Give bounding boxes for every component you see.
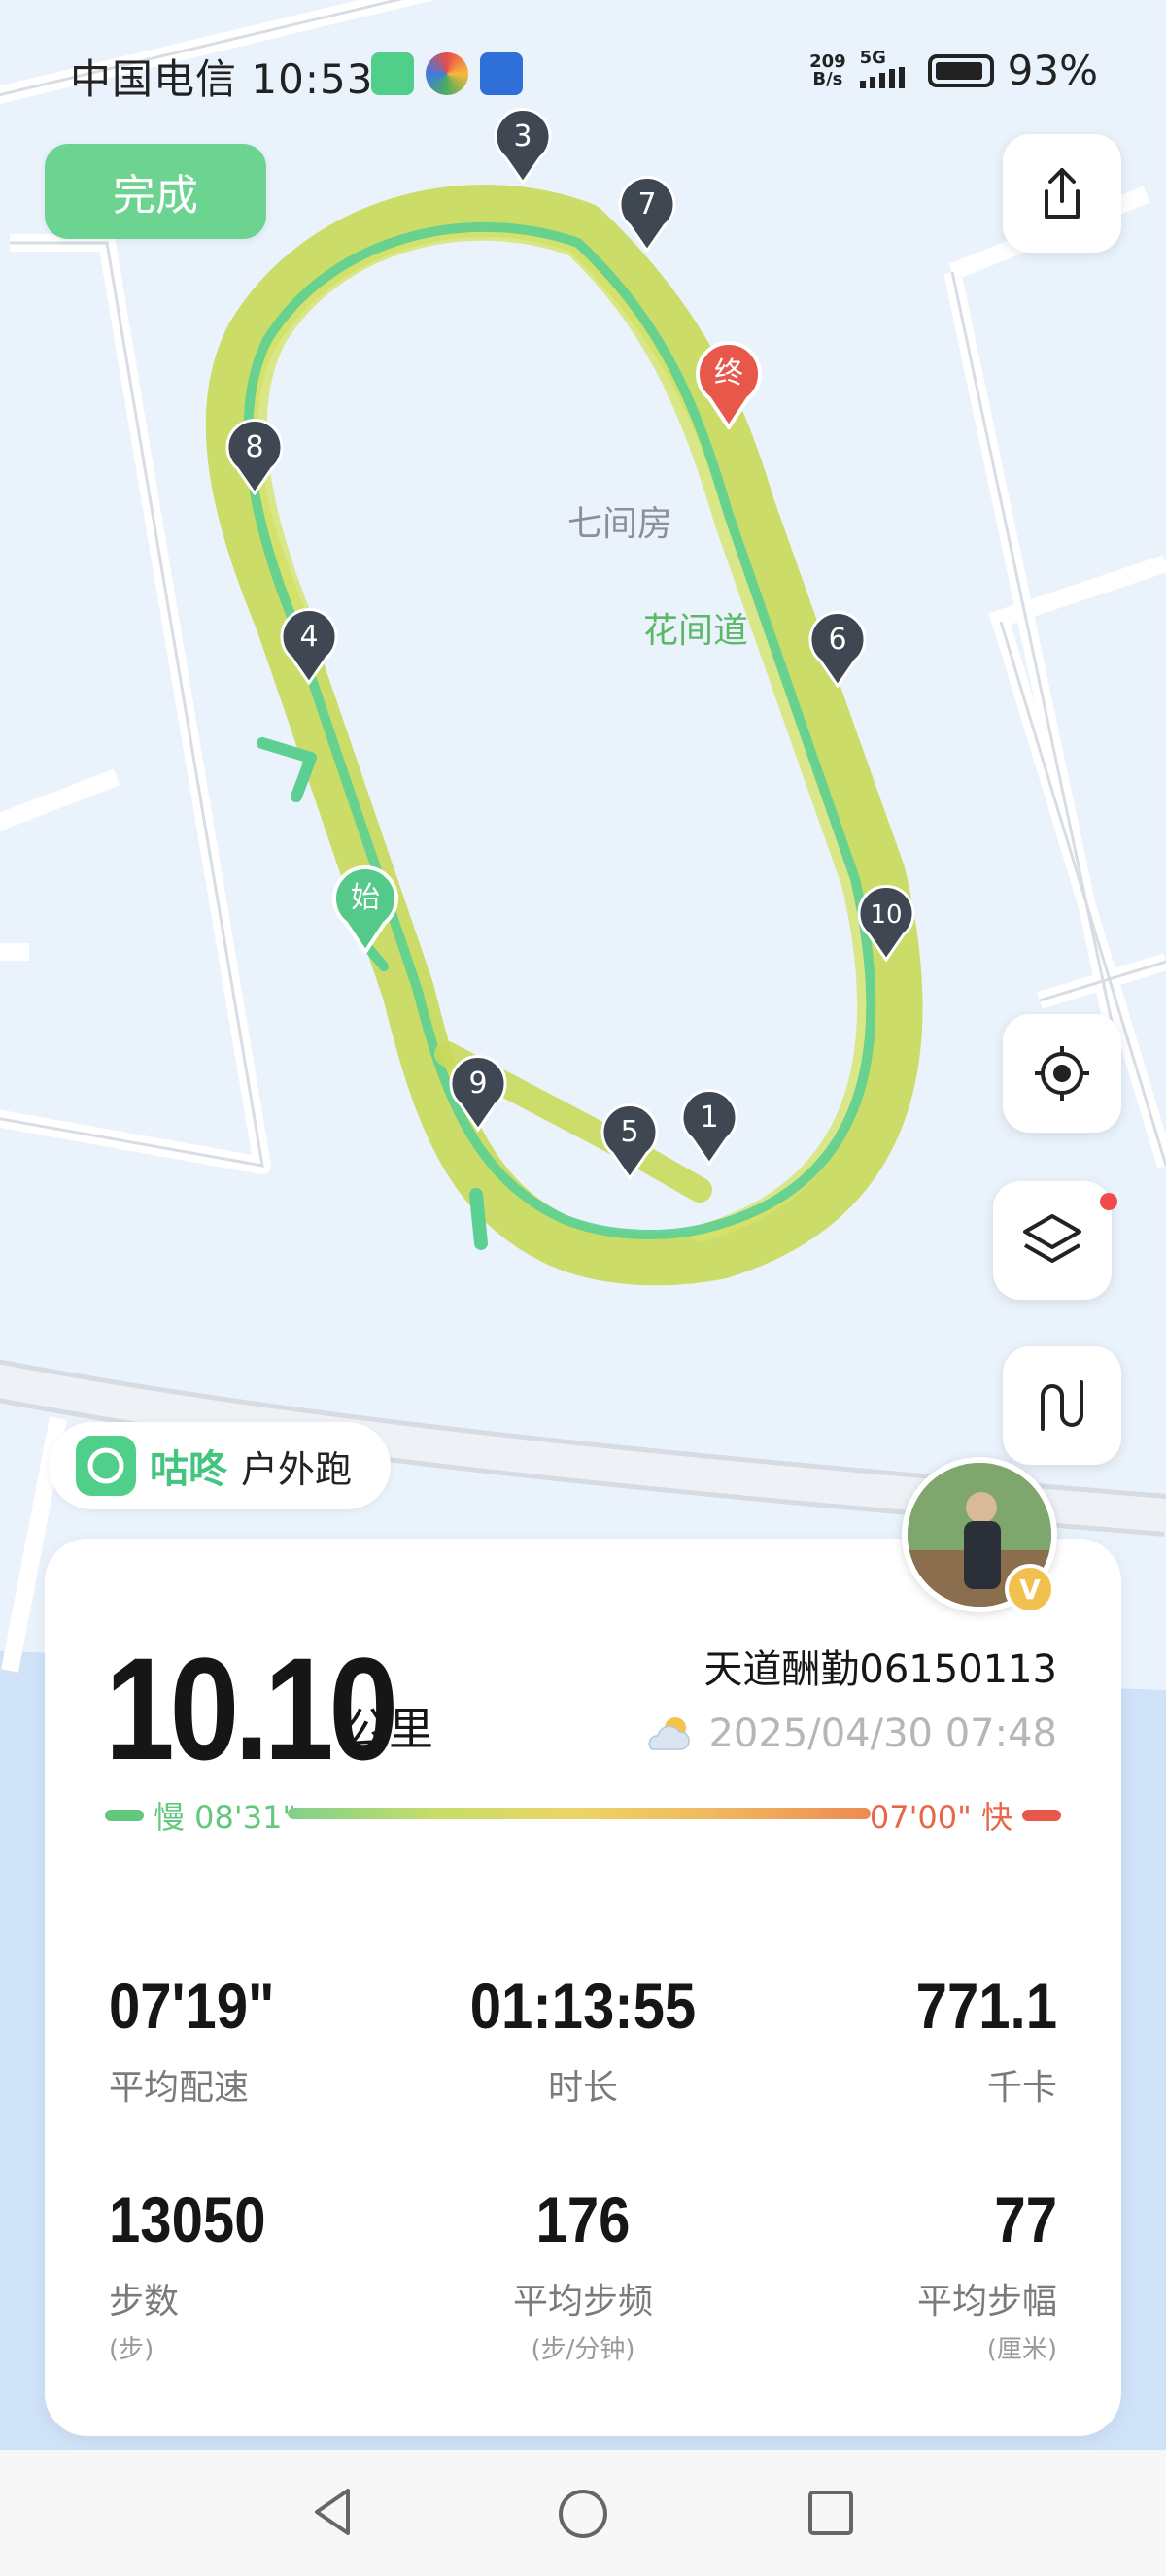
stat-label: 千卡 xyxy=(986,2068,1057,2108)
brand-name: 咕咚 xyxy=(150,1447,227,1492)
pace-gradient-bar: 慢 08'31" 07'00" 快 xyxy=(105,1793,1061,1836)
net-speed-unit: B/s xyxy=(812,68,843,89)
fast-pill xyxy=(1022,1810,1061,1821)
pace-fast-label: 07'00" 快 xyxy=(870,1793,1061,1838)
km-marker-label: 1 xyxy=(700,1101,718,1135)
stat-unit: (厘米) xyxy=(986,2335,1057,2364)
stat-value: 77 xyxy=(994,2184,1057,2255)
status-bar: 中国电信 10:53 209 B/s 5G 93% xyxy=(0,0,1166,146)
codoon-logo-icon xyxy=(76,1436,136,1496)
recents-nav-icon[interactable] xyxy=(806,2489,855,2537)
share-icon xyxy=(1045,168,1080,219)
battery-percent: 93% xyxy=(1007,47,1098,94)
km-marker-8: 8 xyxy=(225,419,284,495)
km-marker-1: 1 xyxy=(680,1089,738,1166)
signal-indicator: 5G xyxy=(859,47,914,92)
stat-label: 平均配速 xyxy=(109,2068,250,2108)
layers-icon xyxy=(1023,1214,1081,1263)
stat-value: 176 xyxy=(535,2184,631,2255)
km-marker-label: 9 xyxy=(468,1067,487,1101)
map-label-area: 七间房 xyxy=(567,504,673,544)
locate-button[interactable] xyxy=(1003,1014,1121,1133)
run-mode: 户外跑 xyxy=(241,1447,353,1491)
blue-app-icon xyxy=(480,52,523,95)
km-marker-label: 6 xyxy=(828,623,846,657)
map-label-park: 花间道 xyxy=(643,602,748,653)
km-marker-9: 9 xyxy=(449,1055,507,1132)
status-right: 209 B/s 5G 93% xyxy=(809,47,1098,94)
map-layers-button[interactable] xyxy=(993,1181,1112,1300)
battery-icon xyxy=(927,53,994,87)
km-marker-10: 10 xyxy=(857,885,915,962)
battery-fill xyxy=(935,61,983,80)
home-nav-icon[interactable] xyxy=(556,2487,610,2541)
net-type: 5G xyxy=(859,47,886,68)
net-speed: 209 B/s xyxy=(809,51,846,89)
stat-duration: 01:13:55 时长 xyxy=(423,1974,743,2110)
stat-avg-pace: 07'19" 平均配速 xyxy=(109,1974,429,2110)
net-speed-value: 209 xyxy=(809,51,846,72)
summary-card: 10.10 公里 天道酬勤06150113 2025/04/30 07:48 慢… xyxy=(45,1539,1121,2436)
slow-pill xyxy=(105,1810,144,1821)
pace-slow-text: 慢 08'31" xyxy=(154,1799,297,1836)
route-replay-button[interactable] xyxy=(1003,1346,1121,1465)
start-pin: 始 xyxy=(332,865,398,954)
km-marker-6: 6 xyxy=(808,611,867,688)
datetime-text: 2025/04/30 07:48 xyxy=(708,1712,1057,1756)
km-marker-label: 10 xyxy=(870,900,902,930)
km-marker-label: 8 xyxy=(245,430,263,464)
app-brand-chip: 咕咚 户外跑 xyxy=(49,1422,392,1509)
stat-unit: (步/分钟) xyxy=(531,2335,635,2364)
clock: 10:53 xyxy=(251,55,374,103)
notification-icons xyxy=(371,52,523,95)
locate-icon xyxy=(1035,1046,1089,1101)
end-label: 终 xyxy=(714,356,743,390)
share-button[interactable] xyxy=(1003,134,1121,253)
end-pin: 终 xyxy=(696,341,762,429)
back-nav-icon[interactable] xyxy=(309,2485,356,2539)
km-marker-label: 4 xyxy=(299,620,318,654)
stat-value: 13050 xyxy=(109,2184,266,2255)
km-marker-5: 5 xyxy=(600,1103,659,1180)
layers-notification-dot xyxy=(1100,1193,1117,1210)
km-marker-label: 7 xyxy=(637,187,656,221)
pace-fast-text: 07'00" 快 xyxy=(869,1799,1012,1836)
carrier: 中国电信 xyxy=(70,55,238,103)
stat-label: 时长 xyxy=(547,2068,618,2108)
stat-unit: (步) xyxy=(109,2335,154,2364)
distance-unit: 公里 xyxy=(344,1703,433,1755)
park-label-text: 花间道 xyxy=(643,611,749,651)
route-curve-icon xyxy=(1041,1380,1083,1431)
codoon-app-icon xyxy=(371,52,414,95)
colorful-app-icon xyxy=(426,52,468,95)
km-marker-label: 5 xyxy=(620,1115,638,1149)
stat-stride: 77 平均步幅 (厘米) xyxy=(737,2187,1057,2365)
stat-value: 771.1 xyxy=(915,1970,1057,2042)
start-label: 始 xyxy=(351,881,380,915)
pace-gradient xyxy=(288,1808,871,1819)
username: 天道酬勤06150113 xyxy=(703,1647,1057,1692)
km-marker-7: 7 xyxy=(618,176,676,253)
verified-badge: V xyxy=(1005,1564,1055,1614)
pace-slow-label: 慢 08'31" xyxy=(105,1793,296,1838)
system-nav-bar xyxy=(0,2450,1166,2576)
stat-label: 平均步幅 xyxy=(916,2282,1057,2322)
status-carrier-time: 中国电信 10:53 xyxy=(70,47,373,106)
weather-cloudy-sun-icon xyxy=(648,1717,691,1750)
run-datetime: 2025/04/30 07:48 xyxy=(642,1712,1057,1756)
stat-label: 平均步频 xyxy=(512,2282,653,2322)
stat-value: 01:13:55 xyxy=(469,1970,697,2042)
stat-cadence: 176 平均步频 (步/分钟) xyxy=(423,2187,743,2365)
done-button[interactable]: 完成 xyxy=(45,144,266,239)
stat-steps: 13050 步数 (步) xyxy=(109,2187,429,2365)
signal-bars-icon xyxy=(859,66,905,88)
stat-value: 07'19" xyxy=(109,1970,275,2042)
km-marker-4: 4 xyxy=(280,608,338,685)
stat-calories: 771.1 千卡 xyxy=(737,1974,1057,2110)
stat-label: 步数 xyxy=(109,2282,180,2322)
